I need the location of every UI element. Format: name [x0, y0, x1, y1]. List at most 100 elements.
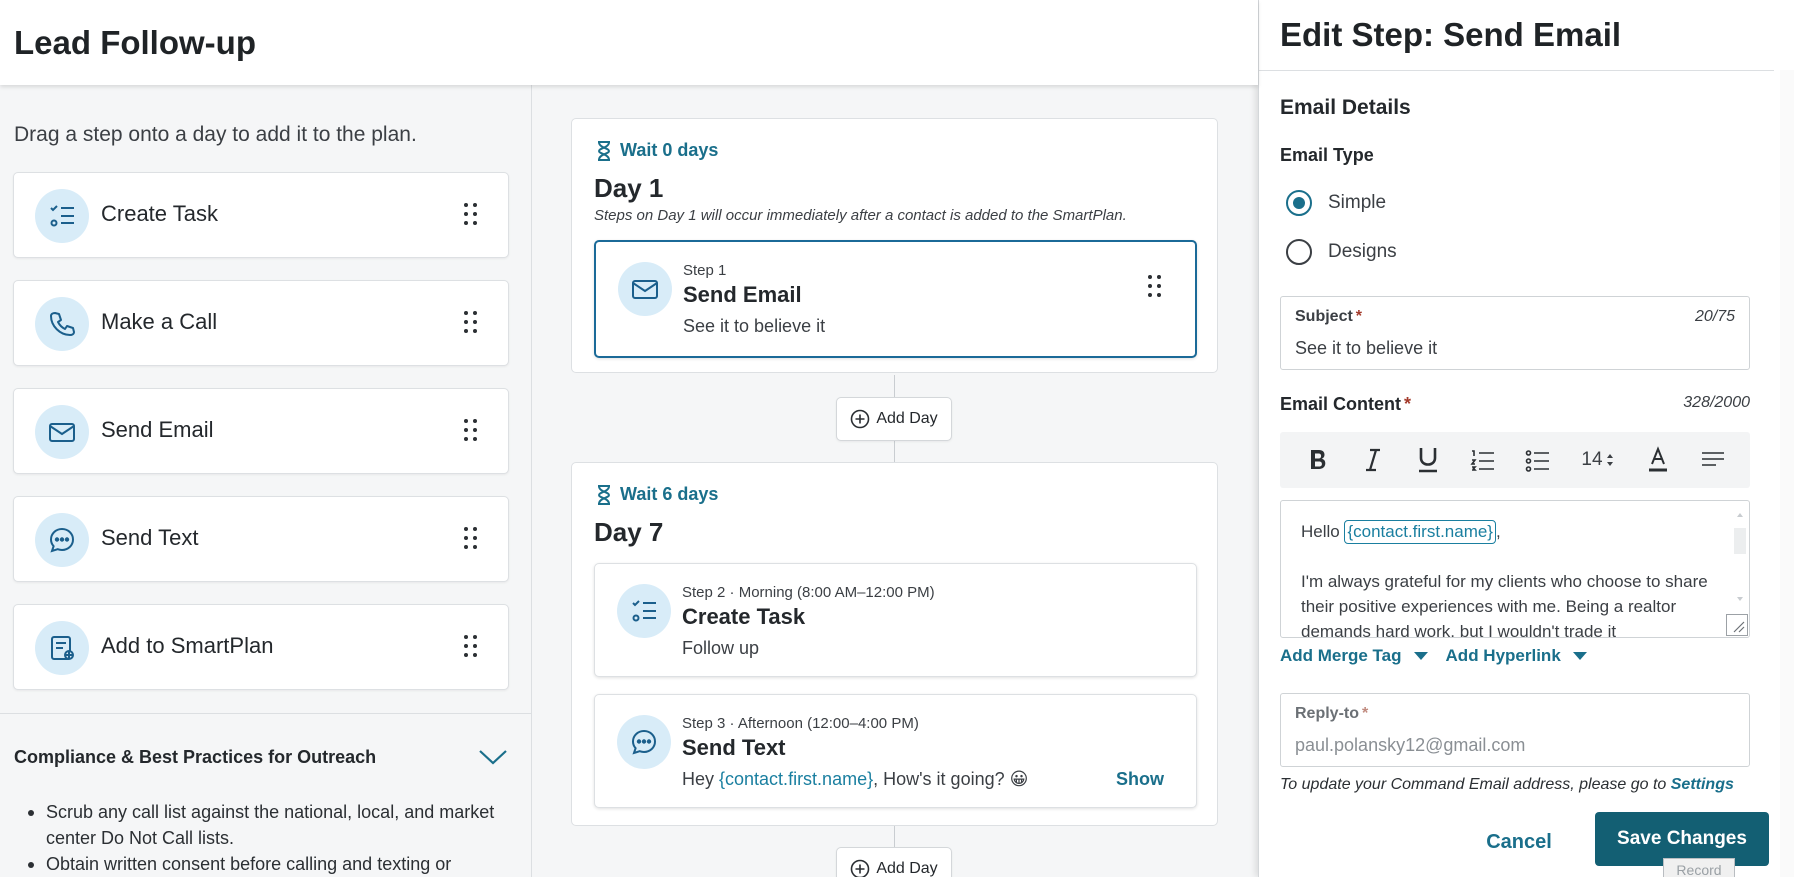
merge-field: {contact.first.name}: [719, 769, 874, 789]
step-meta: Step 3 · Afternoon (12:00–4:00 PM): [682, 715, 919, 732]
radio-checked-icon[interactable]: [1286, 190, 1312, 216]
wait-label[interactable]: Wait 0 days: [596, 140, 718, 161]
palette-item-label: Create Task: [101, 201, 218, 226]
compliance-section: Compliance & Best Practices for Outreach…: [0, 713, 531, 874]
phone-icon: [35, 297, 89, 351]
drag-handle-icon[interactable]: [464, 635, 478, 659]
add-day-button[interactable]: Add Day: [836, 397, 952, 441]
palette-item-label: Add to SmartPlan: [101, 633, 274, 658]
drag-handle-icon[interactable]: [464, 311, 478, 335]
drag-handle-icon[interactable]: [1148, 275, 1162, 299]
step-title: Create Task: [682, 604, 806, 629]
align-left-icon[interactable]: [1695, 442, 1731, 478]
wait-label[interactable]: Wait 6 days: [596, 484, 718, 505]
radio-simple[interactable]: Simple: [1286, 190, 1386, 216]
smartplan-icon: [35, 621, 89, 675]
add-merge-tag-dropdown[interactable]: Add Merge Tag: [1280, 646, 1428, 666]
editor-body-text: I'm always grateful for my clients who c…: [1301, 572, 1708, 638]
reply-to-value[interactable]: paul.polansky12@gmail.com: [1295, 735, 1525, 756]
palette-item-label: Send Text: [101, 525, 199, 550]
content-counter: 328/2000: [1683, 394, 1750, 411]
numbered-list-icon[interactable]: [1465, 442, 1501, 478]
email-content-label: Email Content *: [1280, 394, 1412, 414]
drag-handle-icon[interactable]: [464, 527, 478, 551]
plan-step-send-text[interactable]: Step 3 · Afternoon (12:00–4:00 PM) Send …: [594, 694, 1197, 808]
email-content-editor[interactable]: Hello {contact.first.name}, I'm always g…: [1280, 500, 1750, 638]
update-email-note: To update your Command Email address, pl…: [1280, 776, 1734, 793]
step-title: Send Text: [682, 735, 786, 760]
chevron-down-icon[interactable]: [478, 748, 508, 771]
step-meta: Step 2 · Morning (8:00 AM–12:00 PM): [682, 584, 935, 601]
editor-toolbar: 14: [1280, 432, 1750, 488]
compliance-bullet: Scrub any call list against the national…: [14, 799, 514, 851]
task-list-icon: [617, 584, 671, 638]
settings-link[interactable]: Settings: [1671, 776, 1734, 793]
section-title: Email Details: [1280, 96, 1411, 119]
palette-item-label: Make a Call: [101, 309, 218, 334]
page-header: Lead Follow-up: [0, 0, 1258, 85]
subject-value[interactable]: See it to believe it: [1295, 338, 1437, 359]
plus-circle-icon: [851, 409, 870, 429]
stepper-icon: [1606, 454, 1613, 466]
day-title: Day 1: [594, 173, 664, 203]
radio-unchecked-icon[interactable]: [1286, 239, 1312, 265]
day-block: Wait 6 days Day 7 Step 2 · Morning (8:00…: [571, 462, 1218, 826]
drag-handle-icon[interactable]: [464, 203, 478, 227]
resize-handle-icon[interactable]: [1726, 614, 1748, 636]
merge-tag-chip[interactable]: {contact.first.name}: [1344, 520, 1496, 544]
drag-handle-icon[interactable]: [464, 419, 478, 443]
font-size-select[interactable]: 14: [1575, 449, 1621, 471]
palette-item-send-email[interactable]: Send Email: [13, 388, 509, 474]
compliance-bullet: Obtain written consent before calling an…: [14, 851, 514, 877]
underline-icon[interactable]: [1410, 442, 1446, 478]
panel-scrollbar[interactable]: [1780, 70, 1794, 877]
compliance-list: Scrub any call list against the national…: [14, 799, 514, 877]
chat-bubble-icon: [35, 513, 89, 567]
palette-hint: Drag a step onto a day to add it to the …: [14, 123, 417, 146]
caret-down-icon: [1572, 652, 1587, 660]
reply-to-field[interactable]: Reply-to * paul.polansky12@gmail.com: [1280, 693, 1750, 767]
cancel-button[interactable]: Cancel: [1464, 822, 1574, 862]
subject-field[interactable]: Subject * 20/75 See it to believe it: [1280, 296, 1750, 370]
day-title: Day 7: [594, 517, 664, 547]
palette-item-label: Send Email: [101, 417, 214, 442]
bullet-list-icon[interactable]: [1520, 442, 1556, 478]
hourglass-icon: [597, 140, 611, 161]
editor-text[interactable]: Hello {contact.first.name}, I'm always g…: [1301, 519, 1711, 638]
radio-designs[interactable]: Designs: [1286, 239, 1397, 265]
editor-link-row: Add Merge Tag Add Hyperlink: [1280, 646, 1587, 666]
step-title: Send Email: [683, 282, 802, 307]
compliance-title[interactable]: Compliance & Best Practices for Outreach: [14, 747, 376, 768]
add-day-button[interactable]: Add Day: [836, 847, 952, 877]
step-description: Follow up: [682, 638, 760, 658]
add-hyperlink-dropdown[interactable]: Add Hyperlink: [1446, 646, 1587, 666]
palette-item-add-to-smartplan[interactable]: Add to SmartPlan: [13, 604, 509, 690]
step-palette: Drag a step onto a day to add it to the …: [0, 85, 532, 877]
step-description: See it to believe it: [683, 316, 826, 336]
bold-icon[interactable]: [1300, 442, 1336, 478]
plan-step-send-email[interactable]: Step 1 Send Email See it to believe it: [594, 240, 1197, 358]
step-description: Hey {contact.first.name}, How's it going…: [682, 769, 1029, 789]
text-color-icon[interactable]: [1640, 442, 1676, 478]
palette-item-send-text[interactable]: Send Text: [13, 496, 509, 582]
panel-divider: [1259, 70, 1774, 71]
subject-counter: 20/75: [1694, 308, 1735, 325]
hourglass-icon: [597, 484, 611, 505]
panel-title: Edit Step: Send Email: [1280, 16, 1622, 53]
palette-item-make-call[interactable]: Make a Call: [13, 280, 509, 366]
email-type-label: Email Type: [1280, 145, 1374, 165]
envelope-icon: [618, 262, 672, 316]
palette-item-create-task[interactable]: Create Task: [13, 172, 509, 258]
caret-down-icon: [1413, 652, 1428, 660]
show-link[interactable]: Show: [1116, 769, 1164, 790]
edit-step-panel: Edit Step: Send Email Email Details Emai…: [1258, 0, 1794, 877]
plan-canvas: Wait 0 days Day 1 Steps on Day 1 will oc…: [532, 85, 1258, 877]
page-title: Lead Follow-up: [14, 24, 256, 61]
italic-icon[interactable]: [1355, 442, 1391, 478]
reply-to-label: Reply-to *: [1295, 705, 1369, 722]
plus-circle-icon: [851, 859, 870, 877]
record-tab[interactable]: Record: [1663, 858, 1735, 877]
day-block: Wait 0 days Day 1 Steps on Day 1 will oc…: [571, 118, 1218, 373]
day-note: Steps on Day 1 will occur immediately af…: [594, 207, 1127, 224]
plan-step-create-task[interactable]: Step 2 · Morning (8:00 AM–12:00 PM) Crea…: [594, 563, 1197, 677]
